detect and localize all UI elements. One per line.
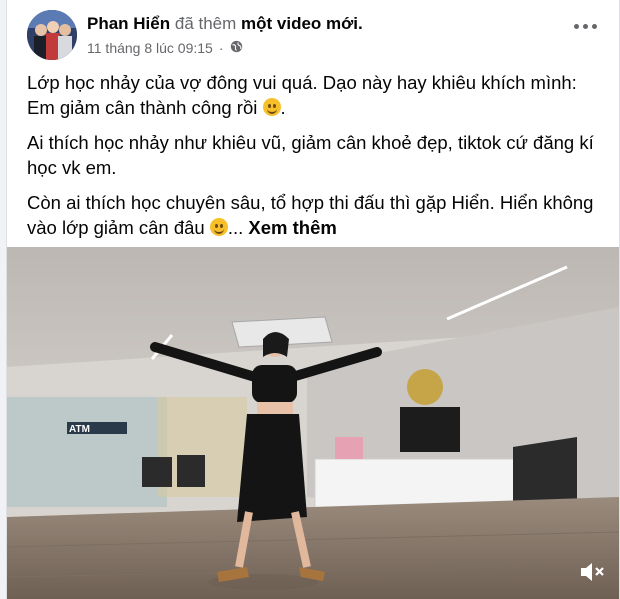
post-meta: 11 tháng 8 lúc 09:15 ·	[87, 40, 243, 56]
speaker-muted-icon[interactable]	[579, 561, 607, 583]
more-dot-icon	[574, 24, 579, 29]
paragraph-text: Ai thích học nhảy như khiêu vũ, giảm cân…	[27, 132, 594, 178]
smiley-emoji-icon	[209, 218, 228, 236]
post-timestamp[interactable]: 11 tháng 8 lúc 09:15	[87, 40, 213, 56]
meta-separator: ·	[218, 40, 224, 56]
post-paragraph: Còn ai thích học chuyên sâu, tổ hợp thi …	[27, 190, 607, 240]
author-name[interactable]: Phan Hiển	[87, 14, 170, 33]
avatar[interactable]	[27, 10, 77, 60]
more-dot-icon	[583, 24, 588, 29]
action-prefix: đã thêm	[174, 14, 237, 33]
video-player[interactable]: ATM	[7, 247, 619, 599]
post-title: Phan Hiển đã thêm một video mới.	[87, 14, 363, 34]
post-card: Phan Hiển đã thêm một video mới. 11 thán…	[6, 0, 620, 599]
action-object[interactable]: một video mới.	[241, 14, 363, 33]
ellipsis: ...	[227, 217, 244, 238]
more-options-button[interactable]	[574, 24, 597, 29]
post-paragraph: Ai thích học nhảy như khiêu vũ, giảm cân…	[27, 130, 607, 180]
smiley-emoji-icon	[262, 98, 281, 116]
more-dot-icon	[592, 24, 597, 29]
video-frame: ATM	[7, 247, 619, 599]
post-text: Lớp học nhảy của vợ đông vui quá. Dạo nà…	[27, 70, 607, 250]
globe-icon[interactable]	[230, 40, 243, 56]
post-header: Phan Hiển đã thêm một video mới. 11 thán…	[7, 0, 619, 64]
post-paragraph: Lớp học nhảy của vợ đông vui quá. Dạo nà…	[27, 72, 577, 118]
see-more-link[interactable]: Xem thêm	[248, 217, 336, 238]
paragraph-text: Lớp học nhảy của vợ đông vui quá. Dạo nà…	[27, 72, 577, 118]
studio-sign: ATM	[69, 424, 90, 435]
